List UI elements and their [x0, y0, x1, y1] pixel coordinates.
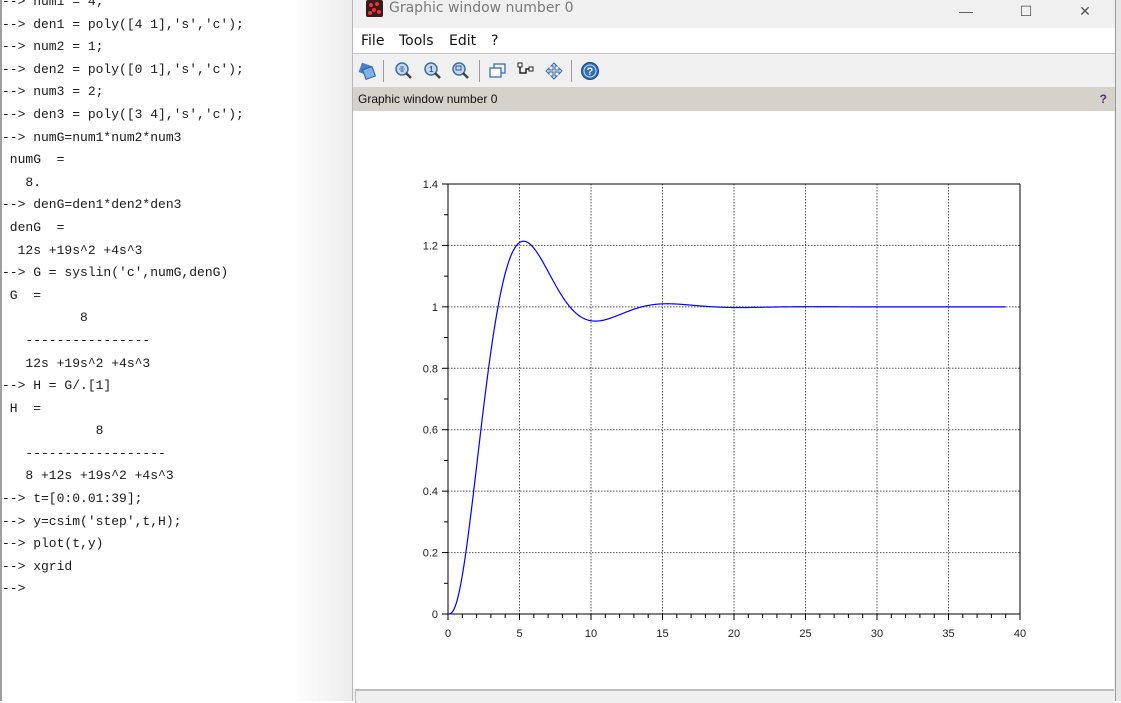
- toolbar-separator: [479, 60, 480, 82]
- toolbar: 1 ?: [353, 54, 1115, 86]
- menu-file[interactable]: File: [361, 33, 384, 49]
- console-line: G =: [2, 287, 42, 303]
- pan-icon: [545, 62, 563, 80]
- x-tick-label: 35: [942, 628, 954, 640]
- svg-text:?: ?: [587, 66, 594, 78]
- step-response-chart: 0 5 10 15 20 25 30 35 40 0 0.2 0.4 0.6 0.8 1 1.2 1.4: [423, 179, 1026, 640]
- y-tick-label: 0.6: [423, 425, 438, 437]
- y-tick-label: 0.4: [423, 486, 438, 498]
- toolbar-separator: [383, 60, 384, 82]
- help-button[interactable]: ?: [579, 60, 601, 82]
- toolbar-separator: [571, 60, 572, 82]
- console-line: --> plot(t,y): [2, 536, 104, 552]
- console-line: --> numG=num1*num2*num3: [2, 129, 182, 145]
- datatip-window-icon: [489, 63, 506, 78]
- console-line: --> t=[0:0.01:39];: [2, 491, 143, 507]
- zoom-reset-icon: 1: [424, 62, 441, 79]
- menu-edit[interactable]: Edit: [449, 33, 476, 49]
- console-line: --> H = G/.[1]: [2, 378, 112, 394]
- info-help-icon[interactable]: ?: [1100, 92, 1107, 106]
- zoom-grid-icon: [395, 62, 412, 79]
- x-tick-label: 10: [585, 628, 597, 640]
- console-line: numG =: [2, 152, 65, 168]
- console-line: --> den1 = poly([4 1],'s','c');: [2, 16, 244, 32]
- y-tick-label: 1.2: [423, 240, 438, 252]
- y-tick-label: 1.4: [423, 179, 438, 191]
- console-edge: [292, 0, 352, 701]
- zoom-area-button[interactable]: [450, 60, 472, 82]
- console-line: 12s +19s^2 +4s^3: [2, 355, 151, 371]
- window-title: Graphic window number 0: [389, 0, 574, 16]
- x-tick-label: 0: [445, 628, 451, 640]
- y-tick-label: 1: [432, 302, 438, 314]
- plot-canvas[interactable]: 0 5 10 15 20 25 30 35 40 0 0.2 0.4 0.6 0.8 1 1.2 1.4: [353, 111, 1114, 689]
- graphic-window: Graphic window number 0 — ☐ ✕ File Tools…: [352, 0, 1115, 703]
- rotate-icon: [358, 62, 377, 81]
- console-line: --> xgrid: [2, 558, 73, 574]
- console-line: --> denG=den1*den2*den3: [2, 197, 182, 213]
- console-line: 8: [2, 423, 104, 439]
- x-tick-label: 15: [656, 628, 668, 640]
- x-tick-label: 25: [799, 628, 811, 640]
- console-line: 8: [2, 310, 88, 326]
- scilab-app-icon: [366, 0, 383, 17]
- y-tick-label: 0.8: [423, 363, 438, 375]
- close-icon: ✕: [1079, 2, 1091, 19]
- info-bar-text: Graphic window number 0: [358, 92, 498, 106]
- console-line: --> num1 = 4;: [2, 0, 104, 9]
- zoom-button[interactable]: [393, 60, 415, 82]
- x-tick-label: 40: [1014, 628, 1026, 640]
- background-window-edge: [1115, 0, 1121, 701]
- console-line: ----------------: [2, 332, 151, 348]
- console-output: --> num1 = 4; --> den1 = poly([4 1],'s','…: [2, 0, 244, 601]
- menu-help[interactable]: ?: [491, 33, 498, 49]
- console-line: --> G = syslin('c',numG,denG): [2, 265, 229, 281]
- minimize-button[interactable]: —: [943, 0, 989, 22]
- console-line: 12s +19s^2 +4s^3: [2, 242, 143, 258]
- console-line: -->: [2, 581, 26, 597]
- y-tick-label: 0.2: [423, 548, 438, 560]
- minimize-icon: —: [959, 3, 973, 19]
- menu-tools[interactable]: Tools: [399, 33, 434, 49]
- console-line: --> den2 = poly([0 1],'s','c');: [2, 61, 244, 77]
- info-bar: Graphic window number 0 ?: [353, 87, 1115, 111]
- x-tick-label: 30: [871, 628, 883, 640]
- console-line: ------------------: [2, 445, 166, 461]
- x-tick-label: 5: [516, 628, 522, 640]
- console-line: H =: [2, 400, 42, 416]
- datatip-icon: [517, 62, 534, 74]
- close-button[interactable]: ✕: [1062, 0, 1108, 22]
- datatip-button[interactable]: [515, 60, 537, 82]
- y-tick-label: 0: [432, 609, 438, 621]
- console-line: --> den3 = poly([3 4],'s','c');: [2, 106, 244, 122]
- pan-button[interactable]: [543, 60, 565, 82]
- x-tick-label: 20: [728, 628, 740, 640]
- console-line: --> num3 = 2;: [2, 84, 104, 100]
- console-line: --> num2 = 1;: [2, 39, 104, 55]
- rotate-button[interactable]: [356, 60, 378, 82]
- maximize-button[interactable]: ☐: [1003, 0, 1049, 22]
- svg-text:1: 1: [429, 65, 434, 74]
- console-line: denG =: [2, 219, 65, 235]
- console-line: --> y=csim('step',t,H);: [2, 513, 182, 529]
- title-bar[interactable]: Graphic window number 0 — ☐ ✕: [353, 0, 1115, 28]
- scilab-console[interactable]: --> num1 = 4; --> den1 = poly([4 1],'s','…: [0, 0, 352, 701]
- help-icon: ?: [581, 62, 599, 80]
- datatip-window-button[interactable]: [487, 60, 509, 82]
- console-line: 8.: [2, 174, 42, 190]
- menu-bar: File Tools Edit ?: [353, 28, 1115, 54]
- console-line: 8 +12s +19s^2 +4s^3: [2, 468, 174, 484]
- series-line-y: [447, 240, 1006, 615]
- maximize-icon: ☐: [1019, 2, 1033, 19]
- zoom-reset-button[interactable]: 1: [422, 60, 444, 82]
- zoom-area-icon: [452, 62, 469, 79]
